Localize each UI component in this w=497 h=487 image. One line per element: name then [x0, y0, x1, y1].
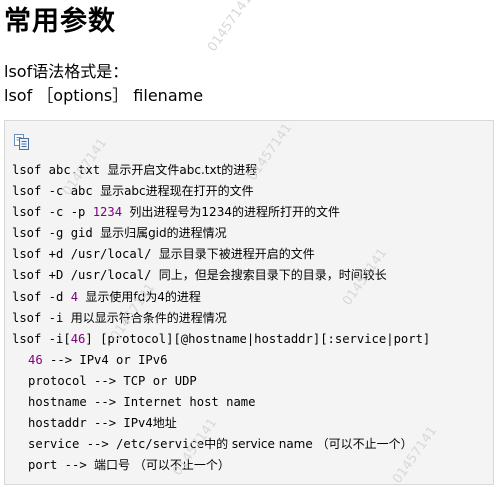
code-line: hostname --> Internet host name: [12, 392, 430, 413]
code-command: lsof -d: [12, 289, 71, 304]
code-line: lsof +d /usr/local/ 显示目录下被进程开启的文件: [12, 244, 430, 265]
code-description: 端口号 （可以不止一个）: [94, 458, 230, 473]
code-description: 显示开启文件abc.txt的进程: [107, 163, 258, 177]
code-command: lsof +d /usr/local/: [12, 247, 159, 262]
syntax-label: lsof语法格式是：: [4, 62, 129, 81]
code-line: lsof -i[46] [protocol][@hostname|hostadd…: [12, 329, 430, 350]
code-command: lsof -c -p: [12, 205, 93, 220]
code-description: 列出进程号为1234的进程所打开的文件: [129, 205, 340, 220]
code-command: hostname --> Internet host name: [28, 395, 256, 410]
code-line: service --> /etc/service中的 service name …: [12, 434, 430, 455]
code-line: 46 --> IPv4 or IPv6: [12, 350, 430, 371]
code-command-rest: --> IPv4 or IPv6: [42, 352, 168, 367]
syntax-format: lsof ［options］ filename: [4, 86, 204, 105]
code-line: lsof -d 4 显示使用fd为4的进程: [12, 287, 430, 308]
code-command: service --> /etc/service: [28, 437, 205, 452]
copy-icon[interactable]: [13, 133, 31, 151]
code-line: lsof -g gid 显示归属gid的进程情况: [12, 223, 430, 244]
code-line: lsof -i 用以显示符合条件的进程情况: [12, 308, 430, 329]
code-line: port --> 端口号 （可以不止一个）: [12, 455, 430, 476]
code-description: 显示归属gid的进程情况: [100, 226, 227, 241]
code-description: 显示abc进程现在打开的文件: [100, 184, 254, 199]
code-command: hostaddr --> IPv4: [28, 416, 153, 431]
code-line: lsof -c -p 1234 列出进程号为1234的进程所打开的文件: [12, 202, 430, 223]
code-description: 中的 service name （可以不止一个）: [204, 437, 413, 452]
syntax-intro: lsof语法格式是： lsof ［options］ filename: [4, 60, 203, 108]
code-command: port -->: [28, 458, 95, 473]
code-command-rest: ] [protocol][@hostname|hostaddr][:servic…: [85, 331, 431, 346]
code-number: 46: [28, 352, 43, 367]
code-command: lsof +D /usr/local/: [12, 268, 159, 283]
code-listing: lsof abc.txt 显示开启文件abc.txt的进程 lsof -c abc…: [12, 160, 430, 476]
code-line: hostaddr --> IPv4地址: [12, 413, 430, 434]
code-description: 同上，但是会搜索目录下的目录，时间较长: [158, 268, 387, 283]
code-description: 用以显示符合条件的进程情况: [70, 310, 227, 325]
code-description: 地址: [152, 416, 177, 431]
code-description: 显示目录下被进程开启的文件: [158, 247, 315, 262]
code-command: protocol --> TCP or UDP: [28, 373, 197, 388]
code-line: protocol --> TCP or UDP: [12, 371, 430, 392]
code-line: lsof +D /usr/local/ 同上，但是会搜索目录下的目录，时间较长: [12, 265, 430, 286]
code-number: 46: [70, 331, 86, 346]
code-block: lsof abc.txt 显示开启文件abc.txt的进程 lsof -c abc…: [4, 120, 494, 485]
code-line: lsof abc.txt 显示开启文件abc.txt的进程: [12, 160, 430, 181]
code-command: lsof -i: [12, 310, 71, 325]
code-command: lsof -c abc: [12, 184, 101, 199]
code-line: lsof -c abc 显示abc进程现在打开的文件: [12, 181, 430, 202]
code-command: lsof -g gid: [12, 226, 101, 241]
code-description: 显示使用fd为4的进程: [85, 289, 201, 304]
watermark-text: 01457141: [205, 0, 256, 55]
code-number: 1234: [92, 205, 123, 220]
page-title: 常用参数: [4, 6, 116, 37]
code-command: lsof -i[: [12, 331, 71, 346]
code-number: 4: [70, 289, 79, 304]
code-command: lsof abc.txt: [12, 163, 108, 177]
